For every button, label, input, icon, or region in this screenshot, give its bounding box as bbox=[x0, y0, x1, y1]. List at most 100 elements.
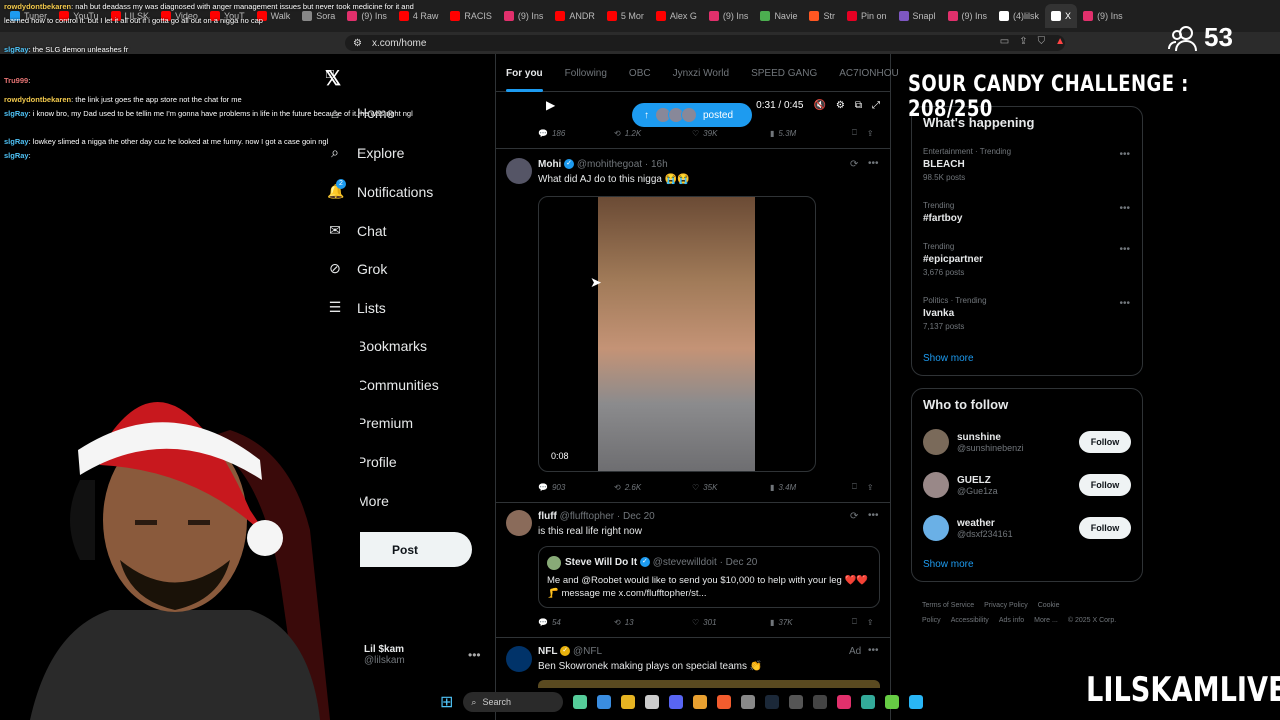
timeline-tab[interactable]: OBC bbox=[618, 62, 662, 91]
timeline-tab[interactable]: For you bbox=[495, 62, 554, 92]
follow-button[interactable]: Follow bbox=[1079, 474, 1131, 496]
follow-suggestion[interactable]: sunshine @sunshinebenzi bbox=[923, 429, 1024, 455]
follow-button[interactable]: Follow bbox=[1079, 431, 1131, 453]
footer-link[interactable]: Terms of Service bbox=[922, 602, 974, 609]
copilot-icon[interactable] bbox=[597, 695, 612, 709]
timeline-tab[interactable]: SPEED GANG bbox=[740, 62, 828, 91]
trend-more-icon[interactable]: ••• bbox=[1119, 149, 1130, 160]
browser-tab[interactable]: (9) Ins bbox=[942, 4, 994, 28]
avatar[interactable] bbox=[506, 158, 532, 184]
views-button[interactable]: ▮ 37K bbox=[770, 617, 852, 627]
account-more-icon[interactable]: ••• bbox=[468, 648, 481, 662]
browser-tab[interactable]: Alex G bbox=[650, 4, 703, 28]
file-explorer-icon[interactable] bbox=[621, 695, 636, 709]
chat-username[interactable]: rowdydontbekaren bbox=[4, 2, 71, 11]
author-name[interactable]: Mohi bbox=[538, 159, 561, 170]
browser-tab[interactable]: ANDR bbox=[549, 4, 601, 28]
nav-item-chat[interactable]: ✉ Chat bbox=[327, 222, 386, 239]
reply-button[interactable]: 💬 54 bbox=[538, 617, 614, 627]
bookmark-icon[interactable]: ⎕ bbox=[852, 617, 857, 627]
brave-icon[interactable] bbox=[717, 695, 732, 709]
share-icon[interactable]: ⇪ bbox=[867, 128, 874, 138]
trend-item[interactable]: Entertainment · Trending BLEACH 98.5K post… bbox=[923, 147, 1011, 182]
repost-button[interactable]: ⟲ 2.6K bbox=[614, 482, 692, 492]
timeline-tab[interactable]: Jynxzi World bbox=[662, 62, 741, 91]
browser-tab[interactable]: Str bbox=[803, 4, 841, 28]
fullscreen-icon[interactable]: ⤢ bbox=[872, 100, 880, 111]
nav-item-notifications[interactable]: 🔔 Notifications 2 bbox=[327, 179, 433, 200]
browser-tab[interactable]: Snapl bbox=[893, 4, 942, 28]
chat-username[interactable]: slgRay bbox=[4, 45, 29, 54]
app-icon[interactable] bbox=[861, 695, 876, 709]
chat-username[interactable]: slgRay bbox=[4, 109, 29, 118]
widgets-icon[interactable] bbox=[573, 695, 588, 709]
play-icon[interactable]: ▶ bbox=[546, 98, 555, 112]
tweet-time[interactable]: Dec 20 bbox=[623, 511, 655, 522]
nfl-logo-icon[interactable] bbox=[506, 646, 532, 672]
rewards-icon[interactable]: ▲ bbox=[1055, 36, 1065, 47]
like-button[interactable]: ♡ 301 bbox=[692, 617, 770, 627]
browser-tab[interactable]: 5 Mor bbox=[601, 4, 650, 28]
tweet-more-icon[interactable]: ••• bbox=[868, 158, 879, 169]
author-handle[interactable]: @mohithegoat bbox=[577, 159, 642, 170]
avatar[interactable] bbox=[506, 510, 532, 536]
trend-more-icon[interactable]: ••• bbox=[1119, 298, 1130, 309]
author-handle[interactable]: @NFL bbox=[573, 646, 602, 657]
chat-username[interactable]: slgRay bbox=[4, 151, 29, 160]
share-icon[interactable]: ⇪ bbox=[867, 482, 874, 492]
share-icon[interactable]: ⇪ bbox=[867, 617, 874, 627]
store-icon[interactable] bbox=[645, 695, 660, 709]
tweet-more-icon[interactable]: ••• bbox=[868, 510, 879, 521]
footer-link[interactable]: © 2025 X Corp. bbox=[1068, 617, 1116, 624]
trend-item[interactable]: Trending #epicpartner 3,676 posts bbox=[923, 242, 983, 277]
browser-tab[interactable]: (9) Ins bbox=[498, 4, 550, 28]
browser-tab[interactable]: Pin on bbox=[841, 4, 893, 28]
tweet-more-icon[interactable]: ••• bbox=[868, 645, 879, 656]
trends-show-more[interactable]: Show more bbox=[923, 353, 974, 364]
browser-tab[interactable]: (9) Ins bbox=[703, 4, 755, 28]
reply-button[interactable]: 💬 903 bbox=[538, 482, 614, 492]
discord-icon[interactable] bbox=[669, 695, 684, 709]
browser-tab[interactable]: RACIS bbox=[444, 4, 498, 28]
repost-button[interactable]: ⟲ 1.2K bbox=[614, 128, 692, 138]
footer-link[interactable]: Ads info bbox=[999, 617, 1024, 624]
wtf-show-more[interactable]: Show more bbox=[923, 559, 974, 570]
brave-shield-icon[interactable] bbox=[693, 695, 708, 709]
trend-more-icon[interactable]: ••• bbox=[1119, 244, 1130, 255]
browser-tab[interactable]: (4)lilsk bbox=[993, 4, 1045, 28]
notepad-icon[interactable] bbox=[909, 695, 924, 709]
browser-tab[interactable]: X bbox=[1045, 4, 1078, 28]
trend-more-icon[interactable]: ••• bbox=[1119, 203, 1130, 214]
mute-icon[interactable]: 🔇 bbox=[813, 100, 825, 111]
nav-item-grok[interactable]: ⊘ Grok bbox=[327, 260, 387, 277]
nav-item-lists[interactable]: ☰ Lists bbox=[327, 299, 386, 316]
quoted-tweet[interactable]: Steve Will Do It ✓ @stevewilldoit · Dec … bbox=[538, 546, 880, 608]
author-name[interactable]: NFL bbox=[538, 646, 557, 657]
instagram-icon[interactable] bbox=[837, 695, 852, 709]
author-handle[interactable]: @flufftopher bbox=[560, 511, 614, 522]
follow-suggestion[interactable]: GUELZ @Gue1za bbox=[923, 472, 998, 498]
follow-suggestion[interactable]: weather @dsxf234161 bbox=[923, 515, 1013, 541]
tweet-time[interactable]: 16h bbox=[651, 159, 668, 170]
footer-link[interactable]: Privacy Policy bbox=[984, 602, 1028, 609]
timeline-tab[interactable]: Following bbox=[554, 62, 618, 91]
browser-tab[interactable]: Navie bbox=[754, 4, 803, 28]
app-icon[interactable] bbox=[789, 695, 804, 709]
repost-button[interactable]: ⟲ 13 bbox=[614, 617, 692, 627]
footer-link[interactable]: More ... bbox=[1034, 617, 1058, 624]
cast-icon[interactable]: ▭ bbox=[1000, 36, 1009, 47]
reply-button[interactable]: 💬 186 bbox=[538, 128, 614, 138]
address-bar[interactable]: ⚙ x.com/home bbox=[345, 35, 1065, 51]
settings-icon[interactable]: ⚙ bbox=[836, 100, 845, 111]
chat-username[interactable]: rowdydontbekaren bbox=[4, 95, 71, 104]
bookmark-icon[interactable]: ⎕ bbox=[852, 128, 857, 138]
grok-icon[interactable]: ⟳ bbox=[850, 511, 858, 522]
footer-link[interactable]: Accessibility bbox=[951, 617, 989, 624]
trend-item[interactable]: Politics · Trending Ivanka 7,137 posts bbox=[923, 296, 987, 331]
bookmark-icon[interactable]: ⎕ bbox=[852, 482, 857, 492]
app-icon[interactable] bbox=[885, 695, 900, 709]
grok-icon[interactable]: ⟳ bbox=[850, 159, 858, 170]
share-icon[interactable]: ⇪ bbox=[1019, 36, 1027, 47]
chat-username[interactable]: slgRay bbox=[4, 137, 29, 146]
shield-icon[interactable]: ⛉ bbox=[1038, 36, 1046, 47]
